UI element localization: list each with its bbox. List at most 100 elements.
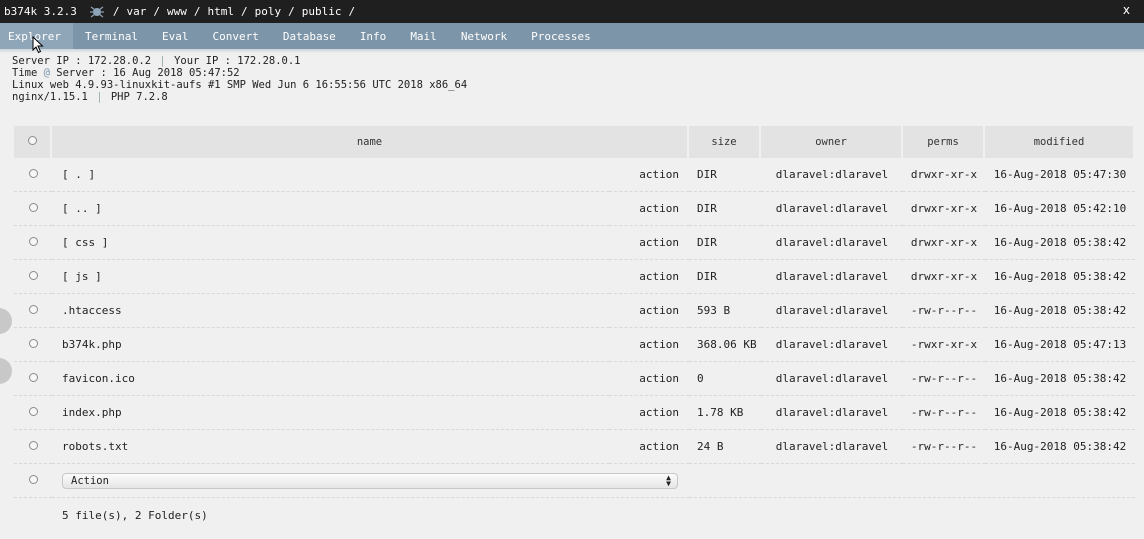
main-nav: Explorer Terminal Eval Convert Database … [0,23,1144,49]
header-modified[interactable]: modified [985,126,1135,158]
table-row: [ . ] action DIR dlaravel:dlaravel drwxr… [14,158,1135,192]
path-seg[interactable]: www [167,5,187,18]
action-link[interactable]: action [609,226,689,260]
table-row: [ css ] action DIR dlaravel:dlaravel drw… [14,226,1135,260]
tab-processes[interactable]: Processes [519,23,603,49]
file-count-summary: 5 file(s), 2 Folder(s) [62,508,208,522]
side-handle[interactable] [0,358,12,384]
close-button[interactable]: x [1123,3,1130,17]
action-link[interactable]: action [609,294,689,328]
bulk-checkbox[interactable] [28,475,38,484]
file-modified: 16-Aug-2018 05:42:10 [985,192,1135,226]
row-checkbox[interactable] [28,373,38,382]
path-seg[interactable]: / [113,5,120,18]
header-owner[interactable]: owner [761,126,903,158]
header-name[interactable]: name [52,126,689,158]
file-perms: drwxr-xr-x [903,226,985,260]
separator: | [159,55,166,67]
select-arrows-icon: ▲ ▼ [666,472,671,488]
side-handle[interactable] [0,308,12,334]
table-row: [ js ] action DIR dlaravel:dlaravel drwx… [14,260,1135,294]
row-checkbox[interactable] [28,271,38,280]
table-row: favicon.ico action 0 dlaravel:dlaravel -… [14,362,1135,396]
server-ip: Server IP : 172.28.0.2 [12,55,152,67]
file-size: DIR [689,158,761,192]
file-owner: dlaravel:dlaravel [761,192,903,226]
action-link[interactable]: action [609,260,689,294]
row-checkbox[interactable] [28,339,38,348]
breadcrumb: / var / www / html / poly / public / [113,5,362,18]
action-link[interactable]: action [609,158,689,192]
file-name[interactable]: .htaccess [52,294,609,328]
header-perms[interactable]: perms [903,126,985,158]
file-size: 1.78 KB [689,396,761,430]
tab-info[interactable]: Info [348,23,399,49]
file-size: DIR [689,260,761,294]
file-size: DIR [689,192,761,226]
row-checkbox[interactable] [28,305,38,314]
file-name[interactable]: favicon.ico [52,362,609,396]
mouse-cursor-icon [32,36,44,54]
path-seg[interactable]: / [194,5,201,18]
path-seg[interactable]: poly [255,5,282,18]
file-size: 24 B [689,430,761,464]
path-seg[interactable]: / [241,5,248,18]
tab-mail[interactable]: Mail [398,23,449,49]
file-owner: dlaravel:dlaravel [761,362,903,396]
action-select[interactable]: Action ▲ ▼ [62,472,678,489]
time-line: Time @ Server : 16 Aug 2018 05:47:52 [12,67,1132,79]
uname-line: Linux web 4.9.93-linuxkit-aufs #1 SMP We… [12,79,468,91]
action-row: Action ▲ ▼ [14,464,1135,498]
row-checkbox[interactable] [28,169,38,178]
action-link[interactable]: action [609,328,689,362]
spider-logo-icon [89,4,105,20]
separator: | [96,91,103,103]
file-modified: 16-Aug-2018 05:38:42 [985,430,1135,464]
path-seg[interactable]: html [207,5,234,18]
file-name[interactable]: index.php [52,396,609,430]
path-seg[interactable]: var [126,5,146,18]
software-line: nginx/1.15.1 | PHP 7.2.8 [12,91,1132,103]
tab-database[interactable]: Database [271,23,348,49]
file-owner: dlaravel:dlaravel [761,430,903,464]
file-modified: 16-Aug-2018 05:47:13 [985,328,1135,362]
select-all-checkbox[interactable] [27,136,37,145]
path-seg[interactable]: / [153,5,160,18]
software: nginx/1.15.1 [12,91,88,103]
php-version: PHP 7.2.8 [110,91,168,103]
file-modified: 16-Aug-2018 05:38:42 [985,226,1135,260]
file-name[interactable]: [ . ] [52,158,609,192]
action-link[interactable]: action [609,430,689,464]
row-checkbox[interactable] [28,237,38,246]
path-seg[interactable]: / [288,5,295,18]
file-name[interactable]: [ js ] [52,260,609,294]
file-owner: dlaravel:dlaravel [761,260,903,294]
row-checkbox[interactable] [28,407,38,416]
action-link[interactable]: action [609,192,689,226]
file-owner: dlaravel:dlaravel [761,294,903,328]
header-size[interactable]: size [689,126,761,158]
file-perms: -rwxr-xr-x [903,328,985,362]
tab-network[interactable]: Network [449,23,519,49]
table-row: b374k.php action 368.06 KB dlaravel:dlar… [14,328,1135,362]
action-link[interactable]: action [609,396,689,430]
file-name[interactable]: b374k.php [52,328,609,362]
file-name[interactable]: robots.txt [52,430,609,464]
file-modified: 16-Aug-2018 05:47:30 [985,158,1135,192]
file-size: DIR [689,226,761,260]
action-link[interactable]: action [609,362,689,396]
summary-row: 5 file(s), 2 Folder(s) [14,498,1135,532]
file-name[interactable]: [ .. ] [52,192,609,226]
path-seg[interactable]: / [348,5,355,18]
row-checkbox[interactable] [28,203,38,212]
time-value: Server : 16 Aug 2018 05:47:52 [56,67,240,79]
tab-eval[interactable]: Eval [150,23,201,49]
table-row: .htaccess action 593 B dlaravel:dlaravel… [14,294,1135,328]
path-seg[interactable]: public [302,5,342,18]
row-checkbox[interactable] [28,441,38,450]
file-size: 368.06 KB [689,328,761,362]
file-owner: dlaravel:dlaravel [761,328,903,362]
file-name[interactable]: [ css ] [52,226,609,260]
tab-convert[interactable]: Convert [200,23,270,49]
tab-terminal[interactable]: Terminal [73,23,150,49]
